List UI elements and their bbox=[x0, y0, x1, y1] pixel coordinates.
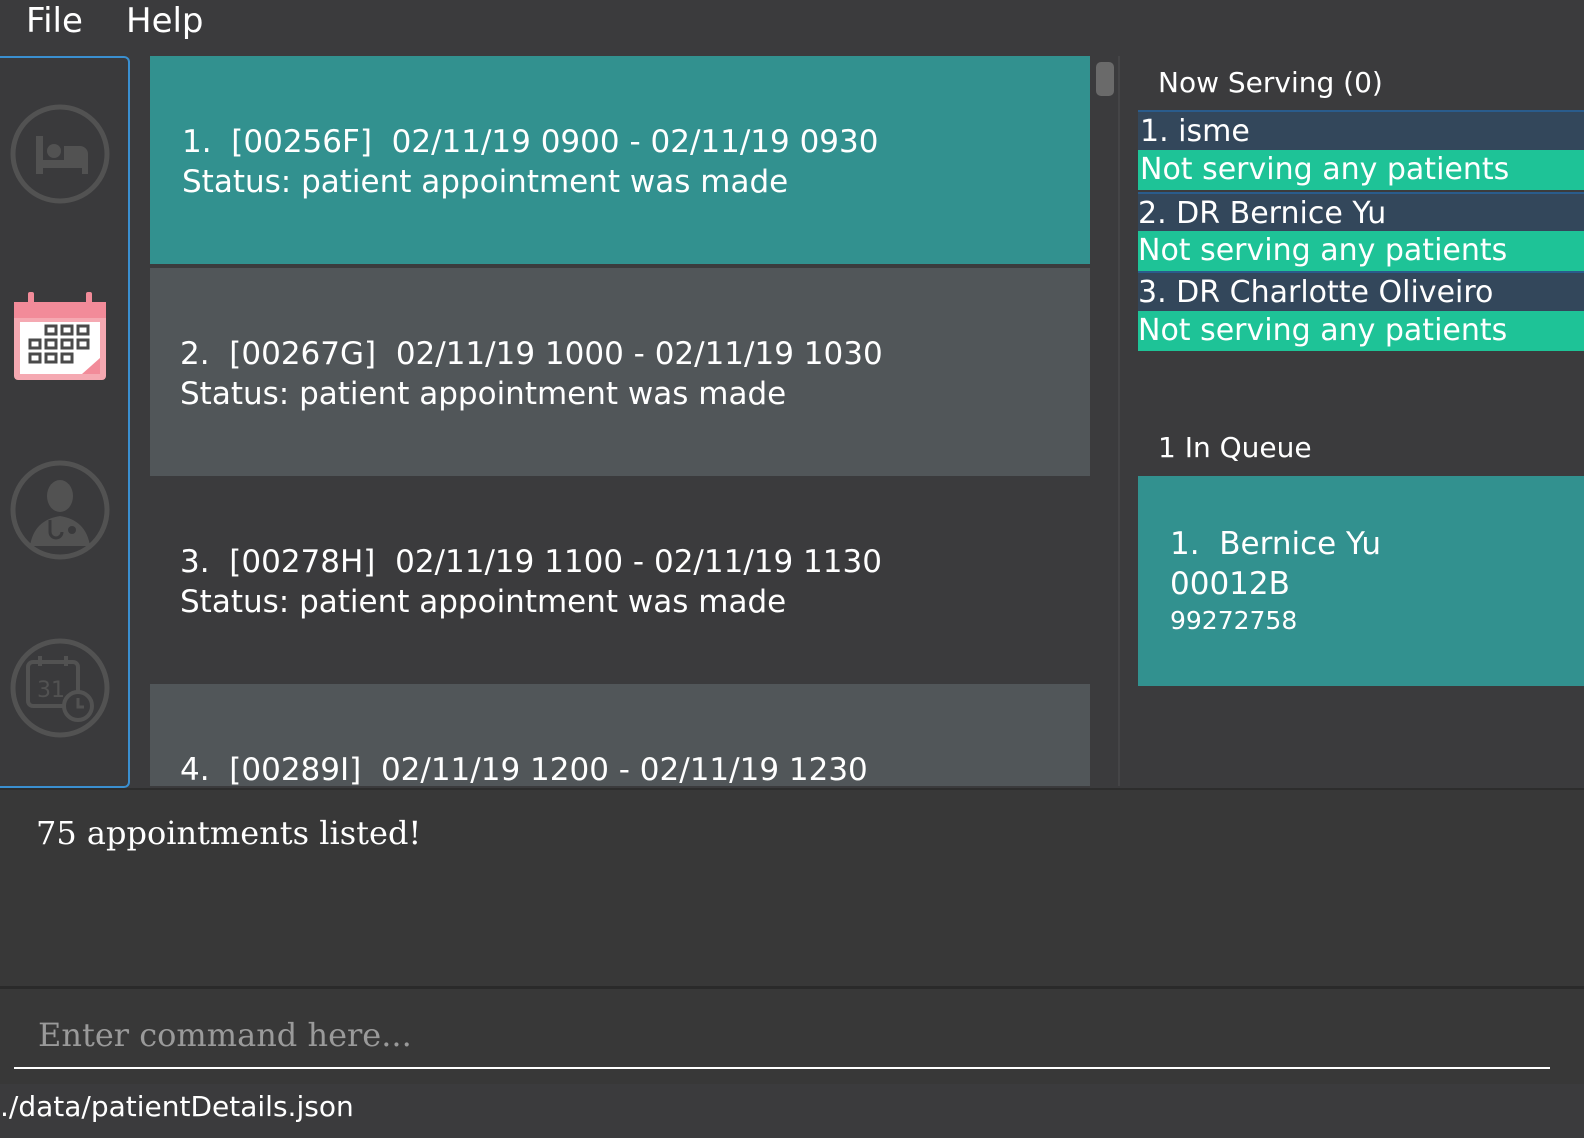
appointment-status: Status: patient appointment was made bbox=[182, 164, 789, 200]
queue-patient-name: 1. Bernice Yu bbox=[1170, 526, 1382, 562]
doctor-status: Not serving any patients bbox=[1138, 150, 1584, 190]
menu-help[interactable]: Help bbox=[126, 0, 204, 42]
appointment-card[interactable]: 2. [00267G] 02/11/19 1000 - 02/11/19 103… bbox=[150, 268, 1090, 476]
doctor-status: Not serving any patients bbox=[1138, 231, 1584, 271]
doctor-name: 1. isme bbox=[1140, 114, 1250, 149]
command-input[interactable] bbox=[14, 1003, 1550, 1069]
list-scrollbar[interactable] bbox=[1092, 56, 1118, 786]
sidebar-nav: 31 bbox=[0, 56, 130, 788]
doctor-name: 3. DR Charlotte Oliveiro bbox=[1138, 275, 1494, 310]
appointment-title: 3. [00278H] 02/11/19 1100 - 02/11/19 113… bbox=[180, 544, 882, 580]
calendar-icon bbox=[14, 292, 106, 380]
doctor-row[interactable]: 3. DR Charlotte Oliveiro bbox=[1138, 271, 1584, 313]
status-bar: ./data/patientDetails.json bbox=[0, 1084, 1584, 1138]
queue-patient-id: 00012B bbox=[1170, 566, 1290, 602]
appointment-title: 4. [00289I] 02/11/19 1200 - 02/11/19 123… bbox=[180, 752, 868, 786]
result-display: 75 appointments listed! bbox=[0, 788, 1584, 986]
appointment-status: Status: patient appointment was made bbox=[180, 584, 787, 620]
bed-icon bbox=[10, 104, 110, 204]
sidebar-item-patients[interactable] bbox=[10, 104, 110, 204]
result-message: 75 appointments listed! bbox=[36, 814, 422, 852]
queue-item[interactable]: 1. Bernice Yu 00012B 99272758 bbox=[1138, 476, 1584, 686]
appointment-title: 2. [00267G] 02/11/19 1000 - 02/11/19 103… bbox=[180, 336, 883, 372]
queue-patient-phone: 99272758 bbox=[1170, 606, 1298, 635]
doctor-status-text: Not serving any patients bbox=[1138, 233, 1508, 268]
doctor-row[interactable]: 2. DR Bernice Yu bbox=[1138, 192, 1584, 234]
sidebar-item-doctors[interactable] bbox=[10, 460, 110, 560]
doctor-name: 2. DR Bernice Yu bbox=[1138, 196, 1387, 231]
svg-text:31: 31 bbox=[37, 678, 65, 703]
appointment-title: 1. [00256F] 02/11/19 0900 - 02/11/19 093… bbox=[182, 124, 879, 160]
doctor-row[interactable]: 1. isme bbox=[1138, 110, 1584, 152]
calendar-clock-icon: 31 bbox=[10, 638, 110, 738]
command-box bbox=[0, 986, 1584, 1085]
appointment-card[interactable]: 3. [00278H] 02/11/19 1100 - 02/11/19 113… bbox=[150, 476, 1090, 684]
menu-file[interactable]: File bbox=[26, 0, 83, 42]
data-file-path: ./data/patientDetails.json bbox=[0, 1090, 354, 1123]
doctor-status: Not serving any patients bbox=[1138, 311, 1584, 351]
queue-title: 1 In Queue bbox=[1158, 431, 1312, 464]
sidebar-item-appointments[interactable] bbox=[10, 286, 110, 386]
list-scrollbar-thumb[interactable] bbox=[1096, 62, 1114, 96]
appointment-status: Status: patient appointment was made bbox=[180, 376, 787, 412]
now-serving-title: Now Serving (0) bbox=[1158, 66, 1383, 99]
doctor-icon bbox=[10, 460, 110, 560]
appointment-list[interactable]: 1. [00256F] 02/11/19 0900 - 02/11/19 093… bbox=[150, 56, 1090, 786]
menu-bar: File Help bbox=[0, 0, 1584, 44]
doctor-status-text: Not serving any patients bbox=[1140, 152, 1510, 187]
doctor-status-text: Not serving any patients bbox=[1138, 313, 1508, 348]
sidebar-item-schedule[interactable]: 31 bbox=[10, 638, 110, 738]
appointment-card[interactable]: 4. [00289I] 02/11/19 1200 - 02/11/19 123… bbox=[150, 684, 1090, 786]
appointment-card[interactable]: 1. [00256F] 02/11/19 0900 - 02/11/19 093… bbox=[150, 56, 1090, 264]
